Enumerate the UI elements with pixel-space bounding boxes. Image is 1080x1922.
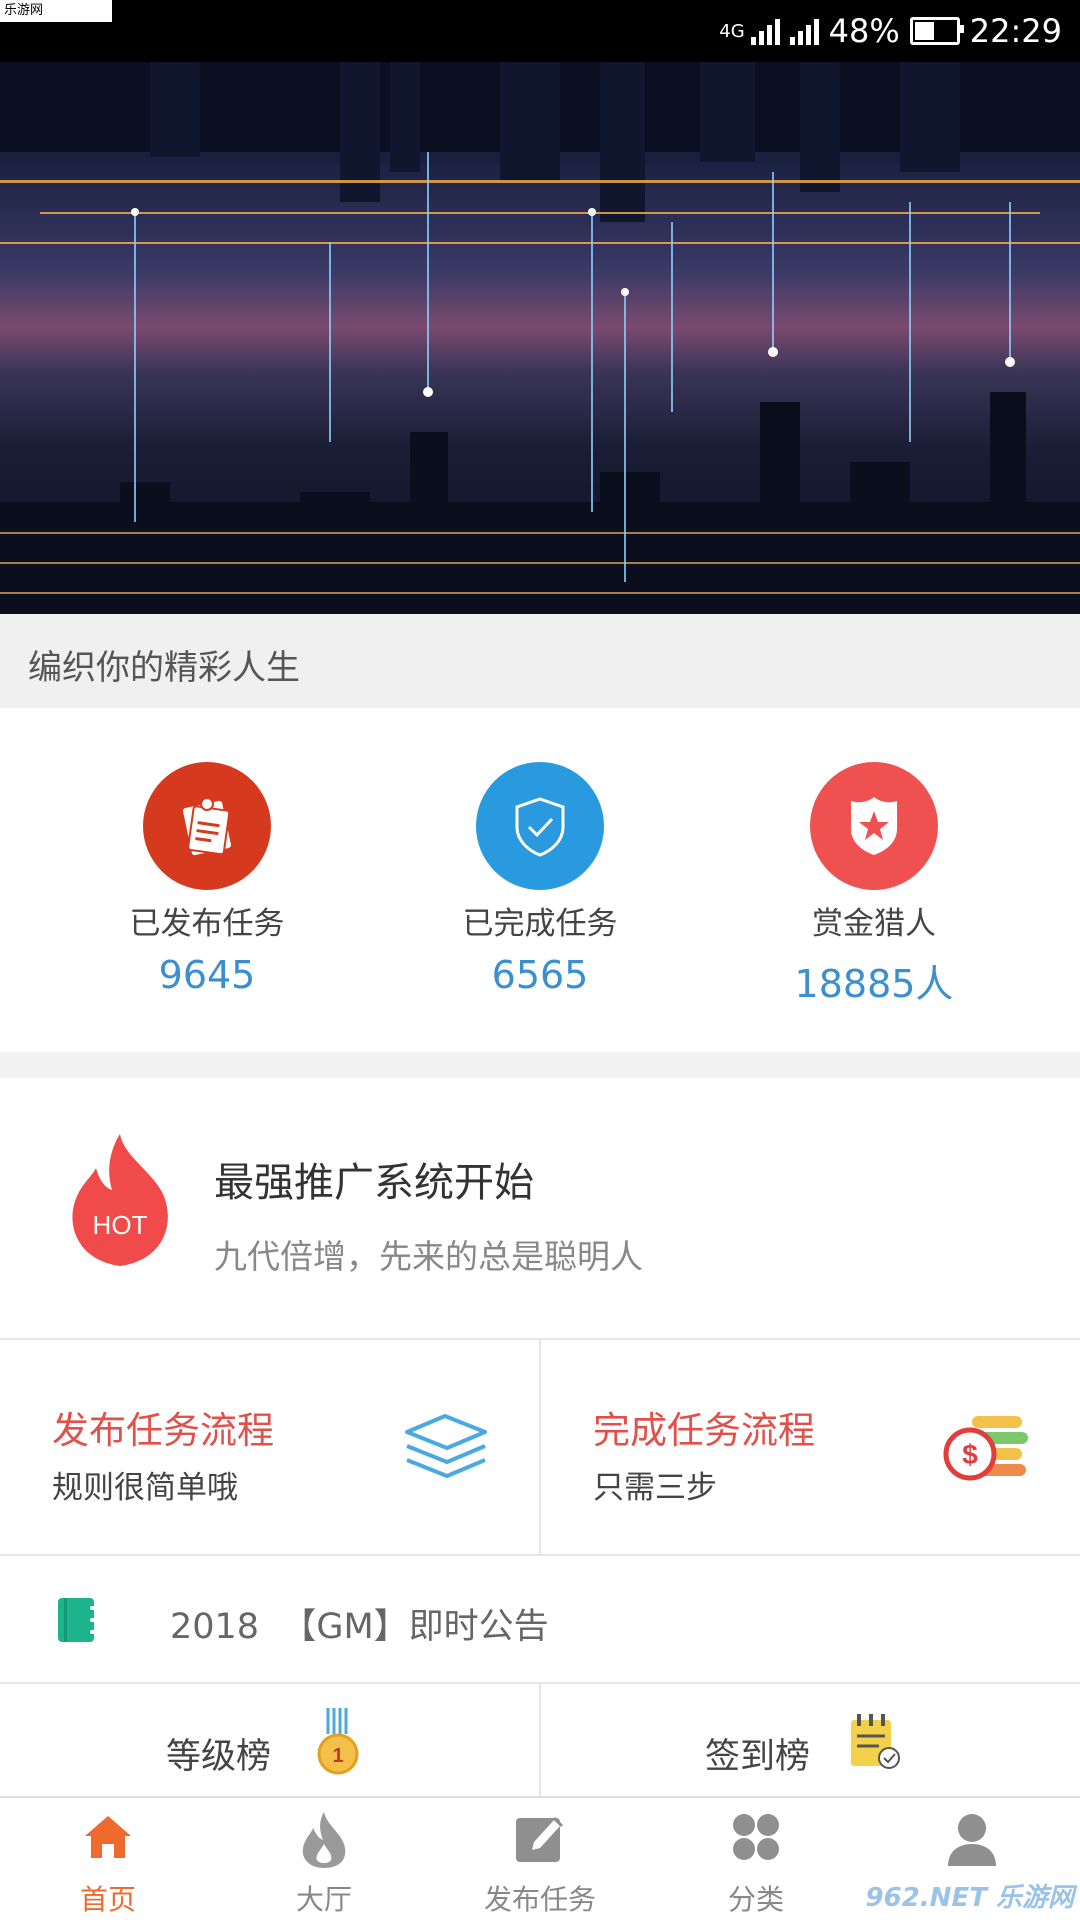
- home-icon: [81, 1810, 135, 1868]
- calendar-check-icon: [845, 1708, 905, 1776]
- flame-icon: [297, 1810, 351, 1874]
- coins-icon: $: [942, 1408, 1032, 1492]
- tab-home[interactable]: 首页: [0, 1798, 216, 1922]
- announcement-text: 2018 【GM】即时公告: [170, 1607, 549, 1647]
- city-skyline-image: [0, 62, 1080, 614]
- slogan-text: 编织你的精彩人生: [28, 648, 300, 688]
- user-icon: [944, 1810, 1000, 1870]
- layers-icon: [401, 1408, 491, 1492]
- hero-banner[interactable]: [0, 62, 1080, 614]
- level-rank-label: 等级榜: [166, 1737, 272, 1777]
- tab-publish[interactable]: 发布任务: [432, 1798, 648, 1922]
- stat-hunters[interactable]: 赏金猎人 18885人: [724, 762, 1024, 1008]
- checkin-rank-label: 签到榜: [705, 1737, 811, 1777]
- notebook-icon: [54, 1596, 102, 1648]
- watermark-top: 乐游网 www.962.net: [0, 0, 112, 40]
- stat-value: 9645: [158, 953, 256, 997]
- promo-subtitle: 九代倍增，先来的总是聪明人: [214, 1237, 643, 1276]
- tab-category[interactable]: 分类: [648, 1798, 864, 1922]
- slogan-bar: 编织你的精彩人生: [0, 614, 1080, 708]
- hot-badge-text: HOT: [93, 1210, 148, 1240]
- tab-label: 首页: [79, 1883, 136, 1916]
- complete-process-subtitle: 只需三步: [593, 1470, 717, 1506]
- grid-icon: [729, 1810, 783, 1868]
- promo-title: 最强推广系统开始: [214, 1160, 534, 1206]
- tab-label: 大厅: [295, 1883, 352, 1916]
- stat-published[interactable]: 已发布任务 9645: [57, 762, 357, 997]
- stat-label: 已完成任务: [462, 906, 618, 942]
- battery-percent: 48%: [828, 12, 900, 50]
- complete-process-card[interactable]: 完成任务流程 只需三步 $: [541, 1340, 1080, 1556]
- hot-flame-icon: HOT: [62, 1130, 178, 1274]
- shield-check-icon: [476, 762, 604, 890]
- signal-icon: [750, 17, 780, 45]
- svg-text:1: 1: [332, 1745, 343, 1767]
- bottom-tab-bar: 首页 大厅 发布任务 分类 962.NET 乐游网: [0, 1796, 1080, 1922]
- stat-value: 6565: [491, 953, 589, 997]
- tab-profile[interactable]: 962.NET 乐游网: [864, 1798, 1080, 1922]
- stat-label: 已发布任务: [129, 906, 285, 942]
- complete-process-title: 完成任务流程: [593, 1409, 815, 1452]
- checkin-rank-card[interactable]: 签到榜: [541, 1684, 1080, 1796]
- tab-label: 发布任务: [483, 1883, 596, 1916]
- watermark-bottom: 962.NET 乐游网: [865, 1883, 1074, 1913]
- clock: 22:29: [969, 12, 1062, 50]
- svg-text:$: $: [962, 1439, 978, 1470]
- tab-hall[interactable]: 大厅: [216, 1798, 432, 1922]
- clipboard-icon: [143, 762, 271, 890]
- edit-icon: [512, 1810, 568, 1870]
- promo-card[interactable]: HOT 最强推广系统开始 九代倍增，先来的总是聪明人: [0, 1078, 1080, 1340]
- announcement-bar[interactable]: 2018 【GM】即时公告: [0, 1556, 1080, 1684]
- badge-star-icon: [810, 762, 938, 890]
- publish-process-card[interactable]: 发布任务流程 规则很简单哦: [0, 1340, 541, 1556]
- publish-process-subtitle: 规则很简单哦: [52, 1470, 238, 1506]
- level-rank-card[interactable]: 等级榜 1: [0, 1684, 541, 1796]
- network-type: 4G: [719, 20, 745, 42]
- stats-panel: 已发布任务 9645 已完成任务 6565 赏金猎人 18885人: [0, 708, 1080, 1052]
- signal-icon-2: [789, 17, 819, 45]
- battery-icon: [909, 17, 964, 45]
- status-bar: 乐游网 www.962.net 4G 48% 22:29: [0, 0, 1080, 62]
- tab-label: 分类: [727, 1883, 784, 1916]
- publish-process-title: 发布任务流程: [52, 1409, 274, 1452]
- stat-label: 赏金猎人: [812, 906, 936, 942]
- stat-completed[interactable]: 已完成任务 6565: [390, 762, 690, 997]
- stat-value: 18885人: [794, 962, 954, 1006]
- medal-icon: 1: [314, 1708, 362, 1782]
